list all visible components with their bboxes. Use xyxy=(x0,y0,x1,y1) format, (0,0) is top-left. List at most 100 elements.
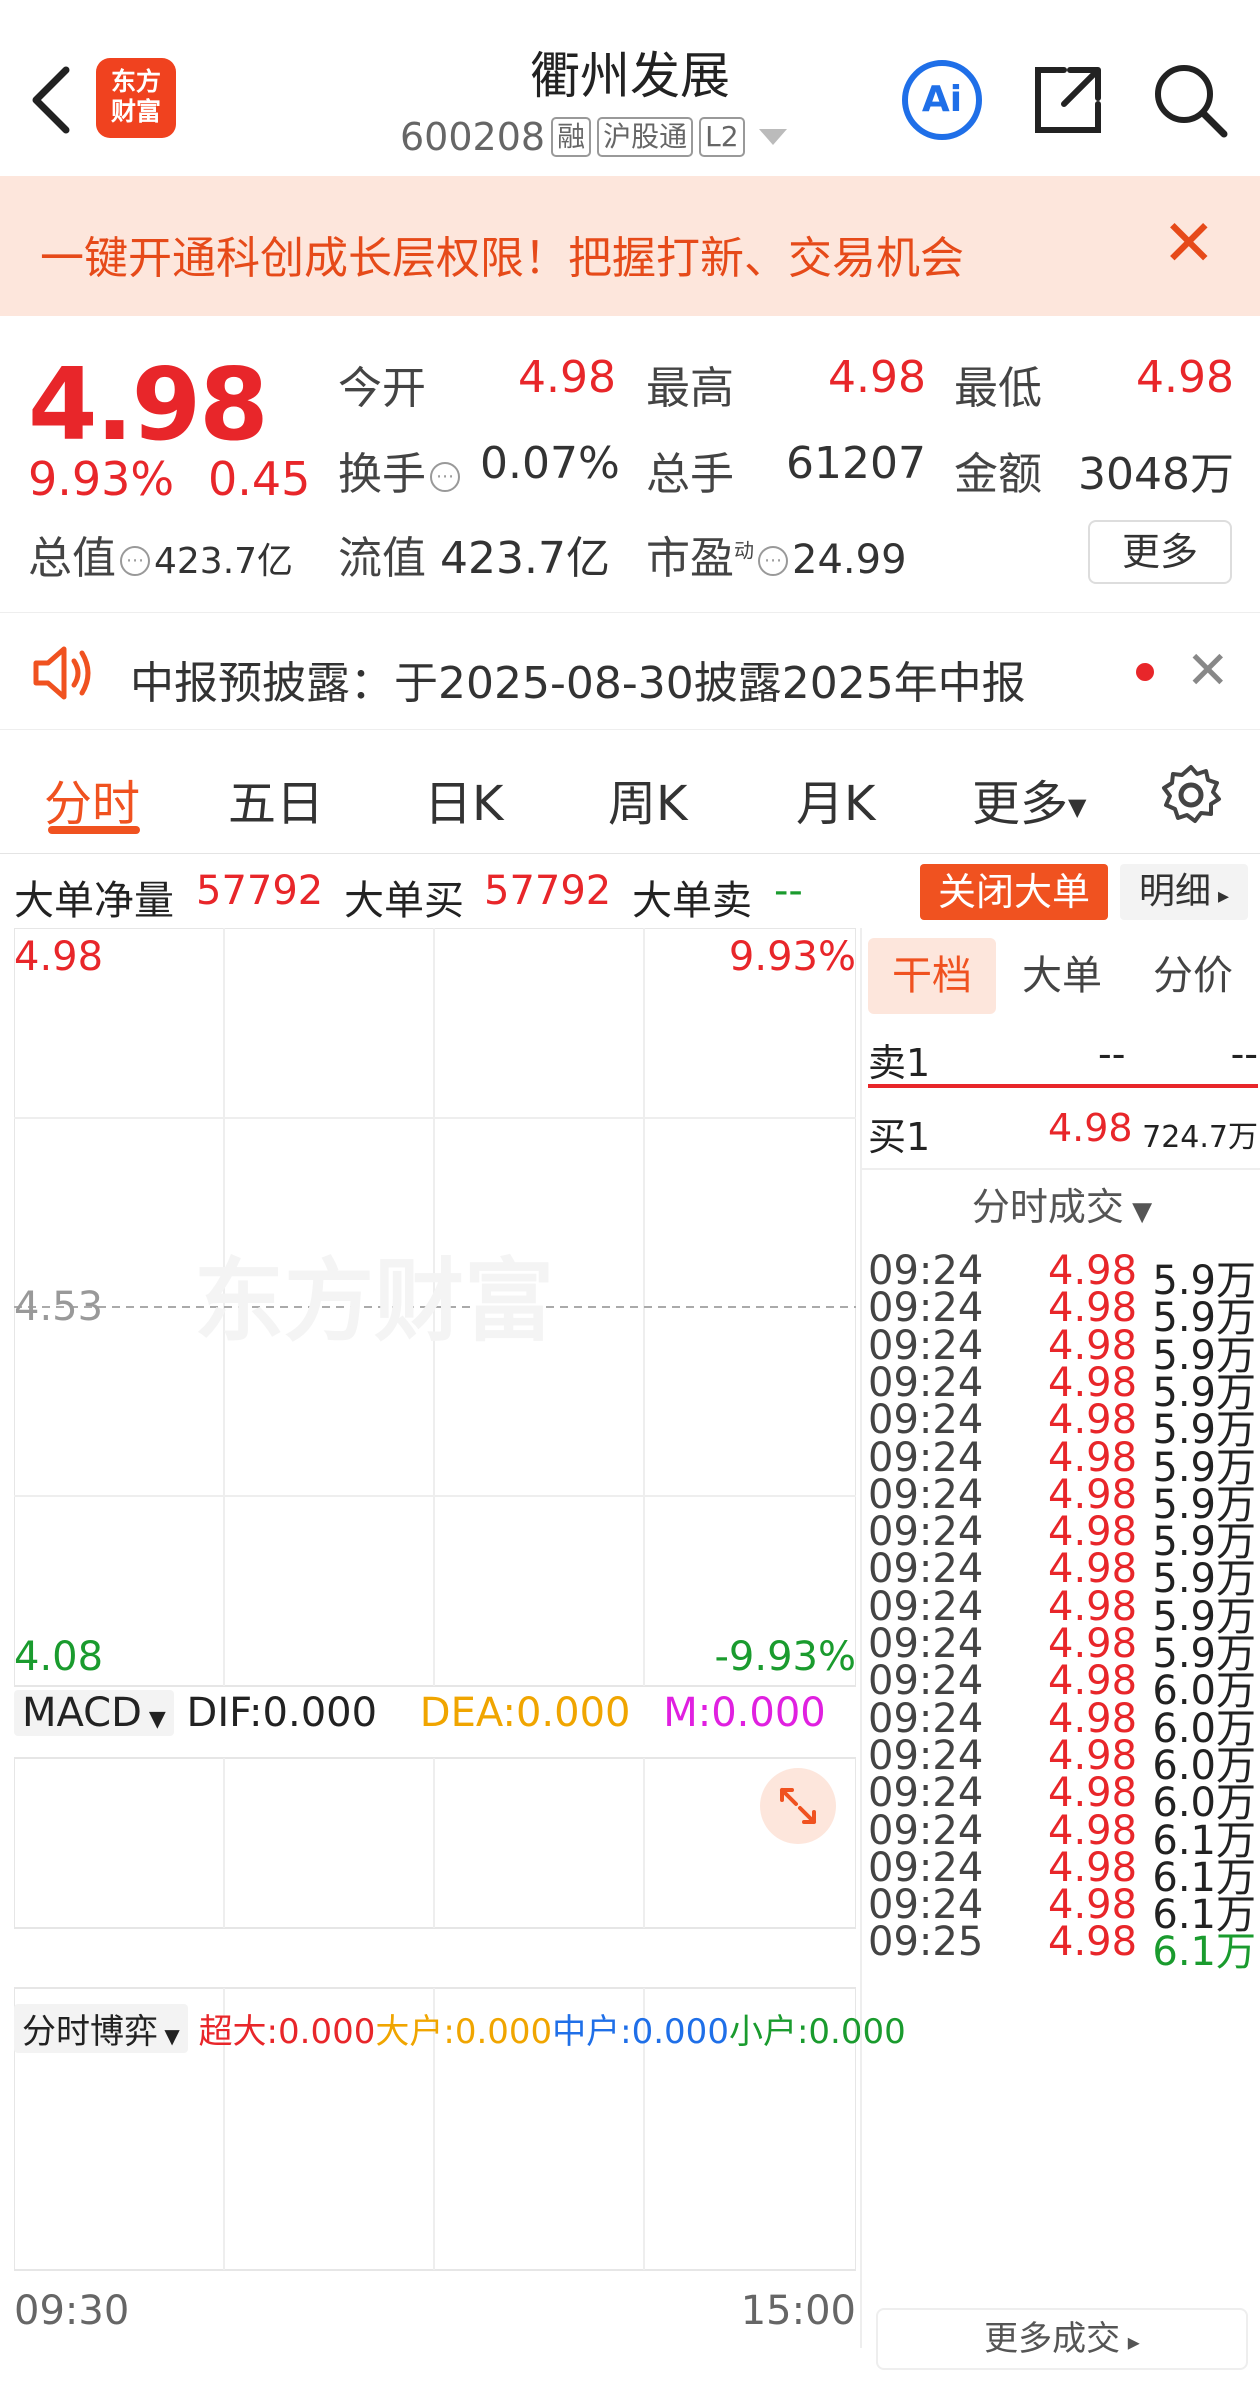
trade-volume: 6.1万 xyxy=(1152,1929,1256,1976)
sell-label: 大单卖 xyxy=(632,878,752,924)
pe-value: 24.99 xyxy=(792,537,907,583)
pe-type: 动 xyxy=(734,538,754,563)
buy1-label: 买1 xyxy=(868,1115,931,1159)
game-selector-label: 分时博弈 xyxy=(22,2012,158,2052)
close-big-order-button[interactable]: 关闭大单 xyxy=(920,864,1108,920)
chevron-right-icon: ▸ xyxy=(1120,2328,1140,2356)
chart-tabs: 分时 五日 日K 周K 月K 更多▼ xyxy=(0,734,1260,854)
tab-big-order[interactable]: 大单 xyxy=(1002,938,1122,1014)
stock-name: 衢州发展 xyxy=(530,47,730,105)
change-value: 0.45 xyxy=(208,452,311,506)
turnover-value: 0.07% xyxy=(480,438,620,489)
order-book-panel: 干档 大单 分价 卖1 -- -- 买1 4.98 724.7万 分时成交 ▼ … xyxy=(860,928,1260,2370)
buy-label: 大单买 xyxy=(344,878,464,924)
share-icon[interactable] xyxy=(1030,62,1106,138)
dropdown-arrow-icon: ▼ xyxy=(1068,793,1087,821)
big-order-bar: 大单净量 57792 大单买 57792 大单卖 -- 关闭大单 明细 ▸ xyxy=(0,856,1260,928)
promo-text[interactable]: 一键开通科创成长层权限！把握打新、交易机会 xyxy=(40,222,964,286)
expand-button[interactable] xyxy=(760,1768,836,1844)
close-icon[interactable]: ✕ xyxy=(1186,641,1230,701)
macd-dif: DIF:0.000 xyxy=(186,1690,378,1736)
dropdown-arrow-icon: ▼ xyxy=(141,1707,166,1732)
low-value: 4.98 xyxy=(1136,352,1234,403)
mcap-label: 总值 xyxy=(28,533,116,584)
search-icon[interactable] xyxy=(1150,60,1230,140)
buy1-price: 4.98 xyxy=(1048,1106,1133,1150)
macd-m: M:0.000 xyxy=(663,1690,826,1736)
unread-dot xyxy=(1136,663,1154,681)
last-price: 4.98 xyxy=(28,346,269,463)
float-value: 423.7亿 xyxy=(440,533,610,584)
price-top-label: 4.98 xyxy=(14,934,104,980)
tab-five-day[interactable]: 五日 xyxy=(228,764,324,834)
amount-label: 金额 xyxy=(954,449,1042,500)
tab-daily-k[interactable]: 日K xyxy=(424,764,503,834)
info-icon[interactable]: ⋯ xyxy=(758,546,788,576)
detail-label: 明细 xyxy=(1138,871,1211,912)
tab-price-dist[interactable]: 分价 xyxy=(1130,938,1256,1014)
tab-intraday[interactable]: 分时 xyxy=(44,764,140,834)
pct-top-label: 9.93% xyxy=(728,934,856,980)
float-row: 流值 423.7亿 xyxy=(338,522,610,586)
price-mid-label: 4.53 xyxy=(14,1284,104,1330)
dropdown-arrow-icon: ▼ xyxy=(1123,1197,1153,1227)
settings-gear-icon[interactable] xyxy=(1158,762,1224,828)
sell-value: -- xyxy=(774,868,803,914)
turnover-label: 换手 xyxy=(338,449,426,500)
pe-row[interactable]: 市盈动 ⋯ 24.99 xyxy=(646,522,907,586)
volume-label: 总手 xyxy=(646,449,734,500)
open-label: 今开 xyxy=(338,363,426,414)
open-value: 4.98 xyxy=(518,352,616,403)
sell1-label: 卖1 xyxy=(868,1041,931,1085)
promo-banner[interactable]: 一键开通科创成长层权限！把握打新、交易机会 ✕ xyxy=(0,176,1260,316)
turnover-row[interactable]: 换手 ⋯ xyxy=(338,438,464,502)
pe-label: 市盈 xyxy=(646,533,734,584)
float-label: 流值 xyxy=(338,533,426,584)
detail-button[interactable]: 明细 ▸ xyxy=(1120,864,1248,920)
mcap-row[interactable]: 总值 ⋯ 423.7亿 xyxy=(28,522,293,586)
tab-weekly-k[interactable]: 周K xyxy=(608,764,687,834)
tab-monthly-k[interactable]: 月K xyxy=(796,764,875,834)
expand-icon xyxy=(780,1788,816,1824)
trade-price: 4.98 xyxy=(1048,1919,1138,1966)
notice-text[interactable]: 中报预披露：于2025-08-30披露2025年中报 xyxy=(130,647,1026,711)
back-icon[interactable] xyxy=(22,60,82,140)
app-logo[interactable]: 东方 财富 xyxy=(96,58,176,138)
more-trades-label: 更多成交 xyxy=(984,2319,1121,2359)
ai-button[interactable]: Ai xyxy=(902,60,982,140)
high-label: 最高 xyxy=(646,363,734,414)
dropdown-arrow-icon: ▼ xyxy=(158,2024,180,2048)
trade-row: 09:25 4.98 6.1万 xyxy=(868,1919,1260,1975)
tag-margin: 融 xyxy=(551,117,592,157)
game-selector[interactable]: 分时博弈 ▼ xyxy=(14,2004,188,2053)
intraday-chart[interactable]: 东方财富 4.98 9.93% 4.53 4.08 -9.93% 09:30 1… xyxy=(14,928,856,2348)
tab-more[interactable]: 更多▼ xyxy=(972,764,1086,834)
tab-level-book[interactable]: 干档 xyxy=(868,938,996,1014)
game-large: 大户:0.000 xyxy=(375,2012,553,2052)
time-sales-title: 分时成交 xyxy=(971,1185,1124,1229)
time-sales-header[interactable]: 分时成交 ▼ xyxy=(862,1172,1260,1247)
tag-connect: 沪股通 xyxy=(597,117,694,157)
sell1-volume: -- xyxy=(1230,1032,1258,1076)
more-quote-button[interactable]: 更多 xyxy=(1088,520,1232,584)
chevron-right-icon: ▸ xyxy=(1210,884,1230,909)
notice-bar[interactable]: 中报预披露：于2025-08-30披露2025年中报 ✕ xyxy=(0,612,1260,730)
high-value: 4.98 xyxy=(828,352,926,403)
game-super: 超大:0.000 xyxy=(198,2012,376,2052)
buy-value: 57792 xyxy=(484,868,612,914)
info-icon[interactable]: ⋯ xyxy=(120,546,150,576)
quote-panel: 4.98 9.93% 0.45 今开 4.98 最高 4.98 最低 4.98 … xyxy=(0,316,1260,606)
stock-code-line[interactable]: 600208 融 沪股通 L2 xyxy=(400,112,880,162)
macd-selector[interactable]: MACD ▼ xyxy=(14,1690,174,1736)
x-start-label: 09:30 xyxy=(14,2288,130,2334)
more-trades-button[interactable]: 更多成交 ▸ xyxy=(876,2308,1248,2370)
spread-line xyxy=(868,1084,1258,1088)
watermark: 东方财富 xyxy=(194,1249,554,1354)
macd-dea: DEA:0.000 xyxy=(419,1690,631,1736)
info-icon[interactable]: ⋯ xyxy=(430,462,460,492)
dropdown-arrow-icon[interactable] xyxy=(755,125,791,149)
buy1-volume: 724.7万 xyxy=(1142,1120,1258,1155)
divider xyxy=(862,1168,1260,1170)
game-indicator-bar: 分时博弈 ▼ 超大:0.000大户:0.000中户:0.000小户:0.000 xyxy=(14,2004,906,2060)
close-icon[interactable]: ✕ xyxy=(1162,212,1216,276)
